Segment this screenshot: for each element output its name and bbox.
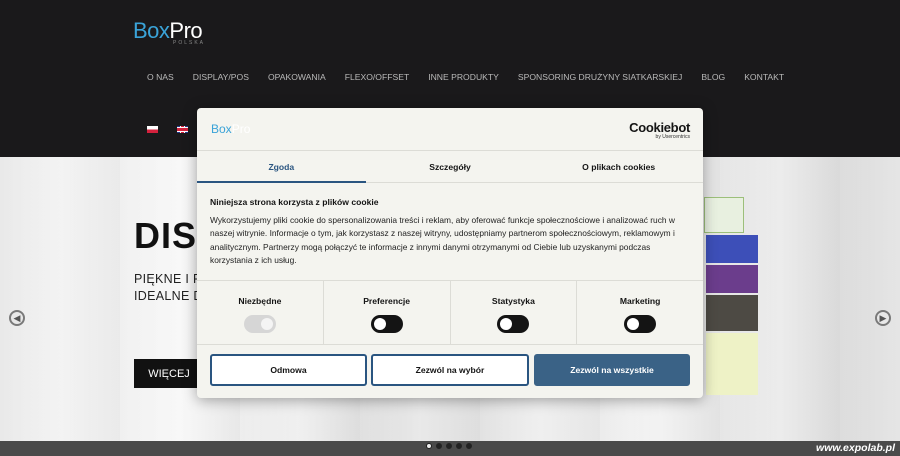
toggle-niezbedne [243, 315, 276, 333]
hero-more-button[interactable]: WIĘCEJ [134, 359, 204, 388]
toggle-statystyka[interactable] [497, 315, 530, 333]
tab-zgoda[interactable]: Zgoda [197, 151, 366, 183]
dialog-title: Niniejsza strona korzysta z plików cooki… [210, 197, 379, 207]
product-display-stand-image [700, 197, 760, 397]
toggle-preferencje[interactable] [370, 315, 403, 333]
dialog-header: BoxPro Cookiebot by Usercentrics [197, 108, 703, 151]
pref-niezbedne: Niezbędne [197, 281, 324, 344]
deny-button[interactable]: Odmowa [210, 354, 367, 386]
nav-item-display-pos[interactable]: DISPLAY/POS [193, 72, 249, 82]
logo-subtitle: POLSKA [173, 40, 206, 46]
slider-dot[interactable] [426, 443, 432, 449]
flag-en-icon[interactable] [177, 126, 188, 133]
slider-pagination [426, 443, 472, 449]
nav-item-inne-produkty[interactable]: INNE PRODUKTY [428, 72, 499, 82]
allow-selection-button[interactable]: Zezwól na wybór [371, 354, 529, 386]
slider-dot[interactable] [446, 443, 452, 449]
pref-statystyka: Statystyka [451, 281, 578, 344]
dialog-logo-box: Box [211, 122, 232, 136]
watermark: www.expolab.pl [816, 442, 895, 454]
logo-box-text: Box [133, 18, 170, 43]
slider-dot[interactable] [436, 443, 442, 449]
dialog-logo-pro: Pro [231, 122, 251, 136]
cookie-preferences: Niezbędne Preferencje Statystyka Marketi… [197, 280, 703, 345]
tab-szczegoly[interactable]: Szczegóły [366, 151, 535, 182]
nav-item-blog[interactable]: BLOG [701, 72, 725, 82]
slider-dot[interactable] [466, 443, 472, 449]
pref-label: Statystyka [491, 296, 535, 306]
cookiebot-name: Cookiebot [629, 120, 690, 135]
nav-item-flexo-offset[interactable]: FLEXO/OFFSET [345, 72, 409, 82]
pref-label: Niezbędne [238, 296, 282, 306]
dialog-body: Niniejsza strona korzysta z plików cooki… [210, 197, 690, 267]
allow-all-button[interactable]: Zezwól na wszystkie [534, 354, 690, 386]
pref-label: Preferencje [363, 296, 411, 306]
pref-label: Marketing [619, 296, 661, 306]
dialog-tabs: Zgoda Szczegóły O plikach cookies [197, 151, 703, 183]
nav-item-sponsoring[interactable]: SPONSORING DRUŻYNY SIATKARSKIEJ [518, 72, 682, 82]
nav-item-kontakt[interactable]: KONTAKT [744, 72, 784, 82]
slider-prev-arrow-icon[interactable]: ◀ [9, 310, 25, 326]
flag-pl-icon[interactable] [147, 126, 158, 133]
cookiebot-logo[interactable]: Cookiebot by Usercentrics [629, 120, 690, 140]
hero-title: DIS [134, 215, 198, 256]
slider-dot[interactable] [456, 443, 462, 449]
main-nav: O NAS DISPLAY/POS OPAKOWANIA FLEXO/OFFSE… [147, 72, 803, 82]
nav-item-opakowania[interactable]: OPAKOWANIA [268, 72, 326, 82]
slider-next-arrow-icon[interactable]: ▶ [875, 310, 891, 326]
pref-preferencje: Preferencje [324, 281, 451, 344]
dialog-site-logo: BoxPro [211, 122, 250, 136]
dialog-description: Wykorzystujemy pliki cookie do spersonal… [210, 215, 675, 265]
site-logo[interactable]: BoxPro POLSKA [133, 18, 206, 48]
nav-item-o-nas[interactable]: O NAS [147, 72, 174, 82]
pref-marketing: Marketing [577, 281, 703, 344]
toggle-marketing[interactable] [624, 315, 657, 333]
cookie-consent-dialog: BoxPro Cookiebot by Usercentrics Zgoda S… [197, 108, 703, 398]
tab-o-plikach-cookies[interactable]: O plikach cookies [534, 151, 703, 182]
language-switcher [147, 126, 188, 133]
